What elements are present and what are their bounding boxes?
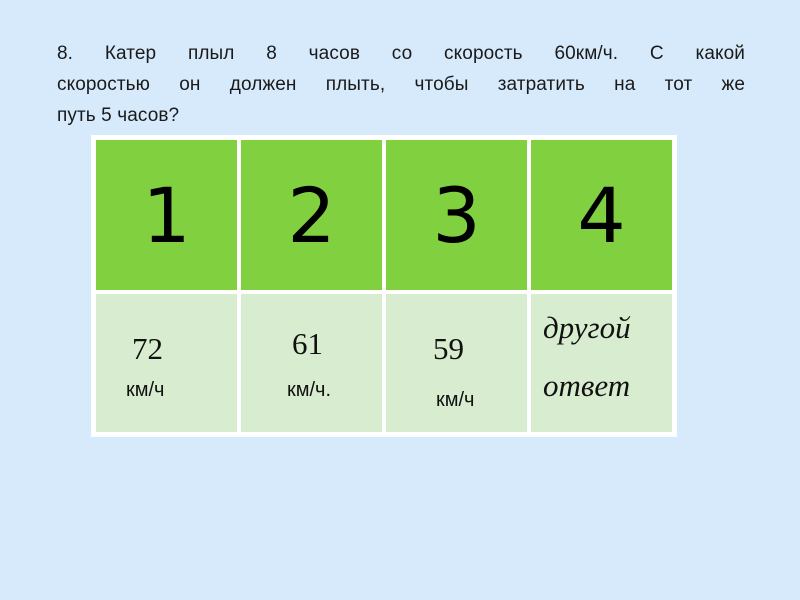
option-4-answer[interactable]: другой ответ — [531, 294, 672, 432]
option-1-value: 72 — [132, 331, 163, 366]
answer-table: 1 2 3 4 72 км/ч 61 км/ч. 59 км/ч другой … — [91, 135, 677, 437]
option-2-value: 61 — [292, 326, 323, 361]
option-3-value: 59 — [433, 331, 464, 366]
option-3-unit: км/ч — [436, 389, 475, 411]
option-1-unit: км/ч — [126, 379, 165, 401]
option-1-answer[interactable]: 72 км/ч — [96, 294, 237, 432]
option-4-text: другой ответ — [543, 299, 631, 415]
option-3-answer[interactable]: 59 км/ч — [386, 294, 527, 432]
question-text: 8. Катер плыл 8 часов со скорость 60км/ч… — [57, 38, 745, 131]
question-line-2: скоростью он должен плыть, чтобы затрати… — [57, 74, 745, 95]
option-4-text-line-2: ответ — [543, 368, 631, 403]
option-3-number[interactable]: 3 — [386, 140, 527, 290]
option-2-unit: км/ч. — [287, 379, 332, 401]
option-4-text-line-1: другой — [543, 310, 631, 345]
question-line-3: путь 5 часов? — [57, 105, 180, 126]
question-line-1: 8. Катер плыл 8 часов со скорость 60км/ч… — [57, 43, 745, 64]
option-1-number[interactable]: 1 — [96, 140, 237, 290]
option-4-number[interactable]: 4 — [531, 140, 672, 290]
option-2-number[interactable]: 2 — [241, 140, 382, 290]
option-2-answer[interactable]: 61 км/ч. — [241, 294, 382, 432]
